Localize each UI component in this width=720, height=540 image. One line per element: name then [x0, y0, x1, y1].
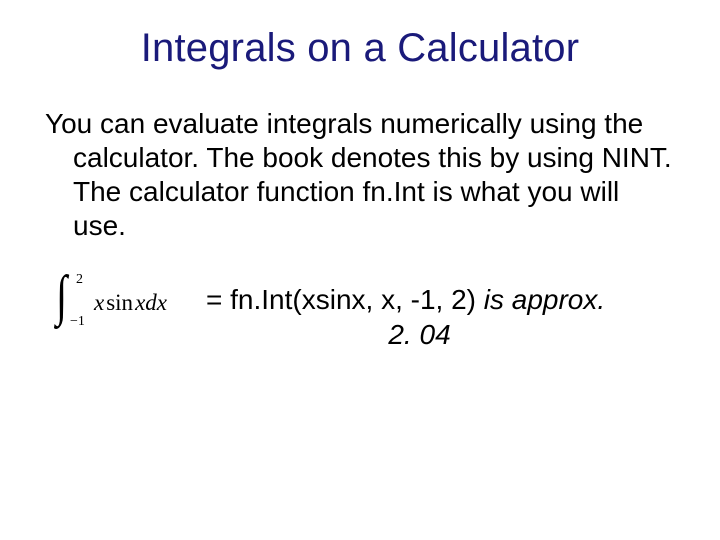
calc-expression: = fn.Int(xsinx, x, -1, 2) — [206, 284, 476, 315]
slide: Integrals on a Calculator You can evalua… — [0, 0, 720, 540]
approx-label: is approx. — [476, 284, 605, 315]
integral-lower-limit: −1 — [70, 314, 85, 330]
integral-expression: ∫ 2 −1 xsinxdx — [52, 280, 206, 332]
integrand-sin: sin — [104, 290, 135, 315]
body-paragraph: You can evaluate integrals numerically u… — [45, 107, 673, 244]
integrand-x2: x — [135, 290, 145, 315]
integral-symbol-icon: ∫ — [56, 268, 67, 324]
integrand: xsinxdx — [94, 290, 167, 316]
integral-upper-limit: 2 — [76, 272, 83, 288]
slide-title: Integrals on a Calculator — [0, 0, 720, 71]
integrand-dx: dx — [145, 290, 167, 315]
example-row: ∫ 2 −1 xsinxdx = fn.Int(xsinx, x, -1, 2)… — [0, 244, 720, 354]
body-text: You can evaluate integrals numerically u… — [0, 71, 720, 244]
example-text: = fn.Int(xsinx, x, -1, 2) is approx. 2. … — [206, 280, 673, 354]
result-value: 2. 04 — [206, 317, 673, 353]
integrand-x1: x — [94, 290, 104, 315]
